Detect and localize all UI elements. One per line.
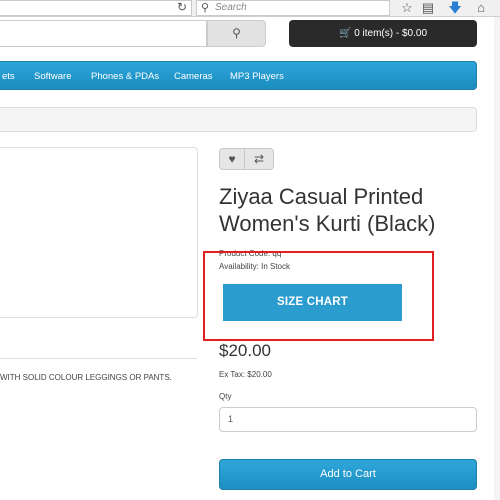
- product-description: WITH SOLID COLOUR LEGGINGS OR PANTS.: [0, 373, 172, 382]
- browser-search-input[interactable]: ⚲ Search: [196, 0, 390, 16]
- search-icon: ⚲: [232, 26, 241, 40]
- reader-icon[interactable]: ▤: [419, 0, 437, 16]
- qty-label: Qty: [219, 392, 232, 401]
- cart-button[interactable]: 🛒 0 item(s) - $0.00: [289, 20, 477, 47]
- menu-item-cameras[interactable]: Cameras: [174, 62, 213, 91]
- browser-toolbar: ↻ ⚲ Search ☆ ▤ 🡇 ⌂: [0, 0, 500, 17]
- page-scrollbar[interactable]: [494, 17, 500, 500]
- address-bar[interactable]: [0, 0, 192, 16]
- wishlist-button[interactable]: ♥: [219, 148, 245, 170]
- store-search-input[interactable]: [0, 20, 207, 47]
- menu-item-phones[interactable]: Phones & PDAs: [91, 62, 159, 91]
- product-title: Ziyaa Casual Printed Women's Kurti (Blac…: [219, 184, 436, 236]
- search-icon: ⚲: [201, 2, 210, 14]
- product-price: $20.00: [219, 341, 271, 360]
- heart-icon: ♥: [228, 152, 236, 166]
- store-search-button[interactable]: ⚲: [207, 20, 266, 47]
- compare-icon: ⇄: [253, 152, 265, 166]
- browser-search-placeholder: Search: [215, 2, 247, 13]
- cart-icon: 🛒: [338, 28, 352, 39]
- compare-button[interactable]: ⇄: [245, 148, 274, 170]
- menu-item-software[interactable]: Software: [34, 62, 72, 91]
- cart-label: 0 item(s) - $0.00: [354, 28, 428, 39]
- reload-icon[interactable]: ↻: [172, 0, 192, 16]
- star-icon[interactable]: ☆: [398, 0, 416, 16]
- ex-tax-price: Ex Tax: $20.00: [219, 370, 272, 379]
- highlight-box: [203, 251, 434, 341]
- product-image[interactable]: [0, 147, 198, 318]
- qty-input[interactable]: 1: [219, 407, 477, 432]
- menu-item-mp3[interactable]: MP3 Players: [230, 62, 284, 91]
- add-to-cart-button[interactable]: Add to Cart: [219, 459, 477, 490]
- download-icon[interactable]: 🡇: [446, 0, 464, 16]
- home-icon[interactable]: ⌂: [472, 0, 490, 16]
- menu-item-tablets[interactable]: ets: [2, 62, 15, 91]
- category-menu: ets Software Phones & PDAs Cameras MP3 P…: [0, 61, 477, 90]
- tab-divider: [0, 358, 197, 359]
- breadcrumb: [0, 107, 477, 132]
